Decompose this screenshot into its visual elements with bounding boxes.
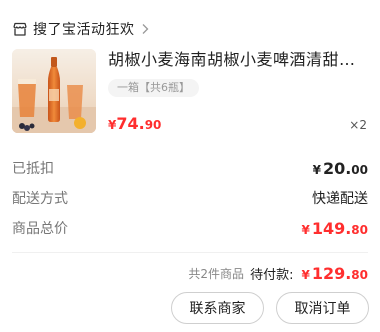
- item-count: 共2件商品: [188, 266, 245, 281]
- shop-header[interactable]: 搜了宝活动狂欢: [12, 18, 150, 40]
- price-integer: 149.: [311, 218, 352, 238]
- discount-row: 已抵扣 ¥20.00: [12, 157, 368, 179]
- product-image[interactable]: [12, 49, 96, 133]
- store-icon: [13, 22, 27, 36]
- contact-seller-button[interactable]: 联系商家: [171, 292, 264, 324]
- price-decimal: 80: [351, 222, 368, 237]
- price-decimal: 80: [351, 267, 368, 282]
- chevron-right-icon: [142, 24, 148, 34]
- shipping-value: 快递配送: [312, 191, 368, 207]
- shipping-row: 配送方式 快递配送: [12, 187, 368, 209]
- price-integer: 20.: [322, 158, 352, 178]
- goods-total-row: 商品总价 ¥149.80: [12, 217, 368, 239]
- beer-product-image: [12, 49, 96, 133]
- discount-label: 已抵扣: [12, 161, 54, 177]
- product-spec-tag: 一箱【共6瓶】: [108, 79, 199, 97]
- goods-total-label: 商品总价: [12, 221, 68, 237]
- shipping-label: 配送方式: [12, 191, 68, 207]
- shop-name: 搜了宝活动狂欢: [33, 22, 135, 38]
- goods-total-value: ¥149.80: [301, 219, 368, 238]
- currency-symbol: ¥: [312, 162, 321, 177]
- cancel-order-button[interactable]: 取消订单: [276, 292, 369, 324]
- pay-label: 待付款:: [250, 267, 294, 283]
- price-integer: 74.: [116, 114, 145, 133]
- currency-symbol: ¥: [301, 267, 310, 282]
- discount-value: ¥20.00: [313, 159, 368, 178]
- divider: [12, 252, 368, 253]
- price-decimal: 00: [351, 162, 368, 177]
- product-quantity: ×2: [349, 118, 367, 132]
- product-price: ¥74.90: [108, 114, 161, 135]
- payment-summary: 共2件商品 待付款: ¥129.80: [188, 262, 368, 284]
- currency-symbol: ¥: [301, 222, 310, 237]
- price-integer: 129.: [311, 263, 352, 283]
- pay-amount: ¥129.80: [301, 264, 368, 283]
- price-decimal: 90: [144, 118, 162, 132]
- product-title[interactable]: 胡椒小麦海南胡椒小麦啤酒清甜…: [108, 50, 370, 70]
